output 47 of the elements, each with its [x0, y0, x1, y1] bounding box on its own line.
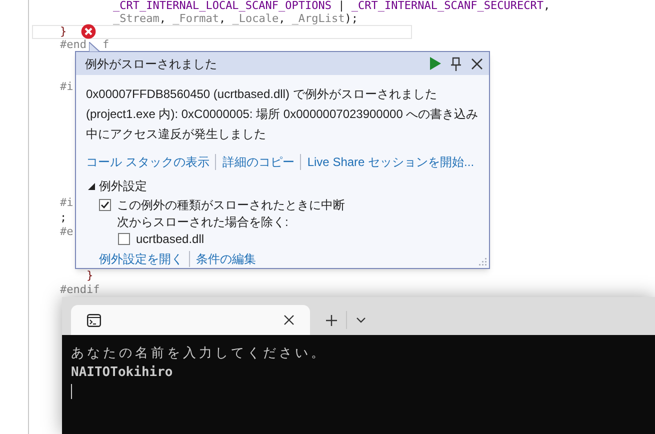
- code-text: ;: [60, 212, 67, 224]
- code-text: #e: [60, 226, 74, 238]
- play-icon[interactable]: [429, 57, 441, 70]
- code-text: }: [85, 270, 94, 282]
- console-icon: [87, 314, 101, 326]
- new-tab-plus-icon[interactable]: [326, 314, 337, 326]
- exception-message: 0x00007FFDB8560450 (ucrtbased.dll) で例外がスローされました (project1.exe 内): 0xC0000005: 場所 0x0000007023900000 への書き込み中にアクセス違反が発生しました: [86, 86, 480, 143]
- code-text: ,: [543, 0, 550, 12]
- pin-icon[interactable]: [451, 56, 461, 70]
- code-text: #end: [60, 38, 86, 50]
- checkbox-label: この例外の種類がスローされたときに中断: [117, 197, 345, 214]
- checkbox[interactable]: [99, 199, 111, 211]
- code-text: _ArgList: [292, 12, 345, 24]
- popup-link[interactable]: コール スタックの表示: [86, 153, 210, 171]
- settings-link[interactable]: 例外設定を開く: [99, 250, 183, 268]
- checkbox-label: ucrtbased.dll: [136, 231, 204, 248]
- code-text: _CRT_INTERNAL_LOCAL_SCANF_OPTIONS: [112, 0, 332, 12]
- code-text: |: [337, 0, 346, 12]
- terminal-output: NAITOTokihiro: [71, 364, 173, 382]
- close-icon[interactable]: [284, 315, 294, 325]
- code-text: f: [102, 38, 110, 50]
- code-text: _Format: [172, 12, 219, 24]
- code-text: ,: [159, 12, 166, 24]
- resize-grip-icon[interactable]: [478, 257, 487, 266]
- code-text: }: [60, 26, 67, 38]
- terminal-output: あなたの名前を入力してください。: [71, 345, 327, 363]
- code-text: );: [344, 12, 358, 24]
- code-text: _Locale: [232, 12, 279, 24]
- dropdown-chevron-icon[interactable]: [356, 317, 366, 323]
- option-label: 次からスローされた場合を除く:: [117, 214, 288, 231]
- popup-title: 例外がスローされました: [85, 56, 218, 72]
- code-text: #endif: [60, 284, 100, 296]
- settings-link[interactable]: 条件の編集: [196, 250, 256, 268]
- text-cursor: [71, 384, 72, 399]
- code-text: ,: [278, 12, 286, 24]
- collapse-triangle-icon[interactable]: [88, 182, 95, 190]
- popup-link[interactable]: 詳細のコピー: [222, 153, 294, 171]
- code-text: _Stream: [112, 12, 160, 24]
- code-text: #i: [60, 197, 74, 210]
- checkbox[interactable]: [118, 233, 130, 245]
- settings-header: 例外設定: [99, 178, 147, 195]
- close-icon[interactable]: [471, 58, 483, 70]
- code-text: #i: [60, 81, 74, 94]
- code-text: _CRT_INTERNAL_SCANF_SECURECRT: [351, 0, 544, 12]
- code-text: ,: [218, 12, 226, 24]
- error-icon[interactable]: [81, 24, 96, 39]
- popup-link[interactable]: Live Share セッションを開始...: [307, 153, 474, 171]
